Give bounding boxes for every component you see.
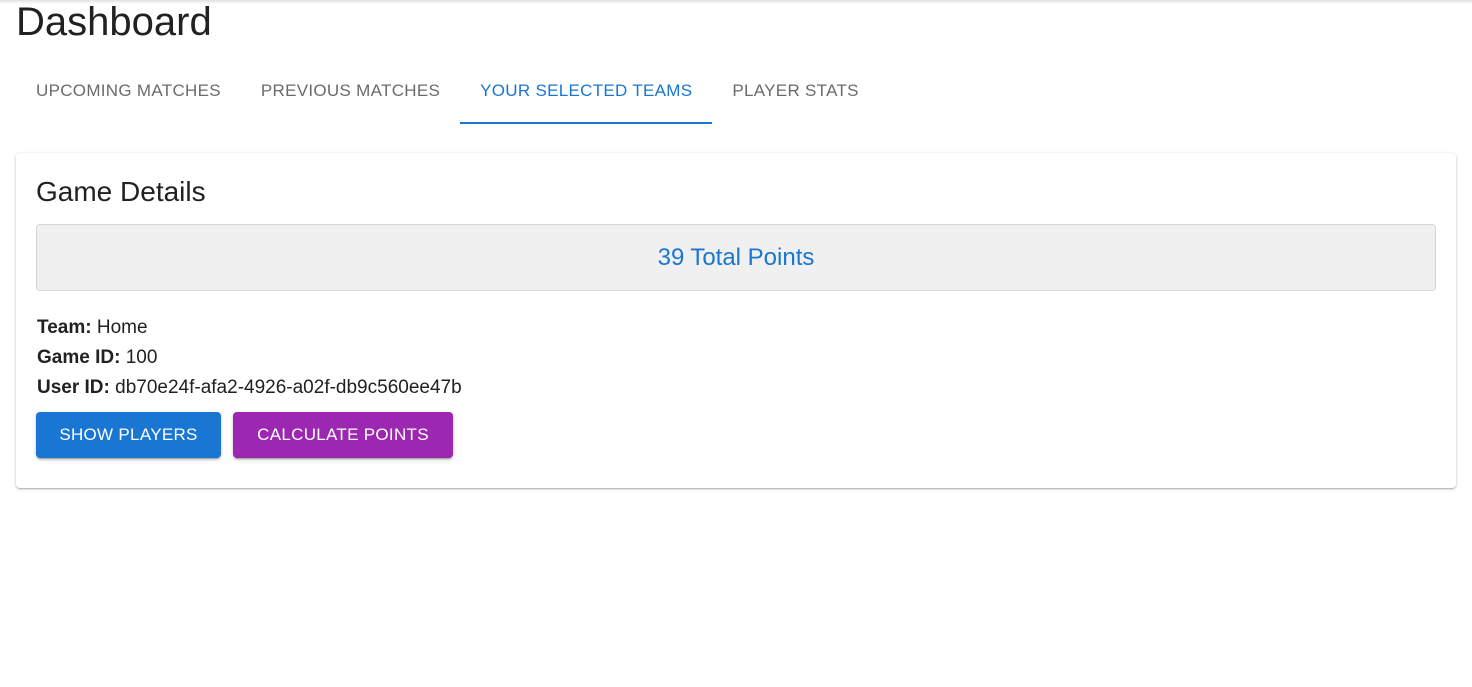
game-id-row: Game ID: 100 <box>37 343 462 373</box>
user-id-value: db70e24f-afa2-4926-a02f-db9c560ee47b <box>115 377 462 398</box>
user-id-row: User ID: db70e24f-afa2-4926-a02f-db9c560… <box>37 373 462 403</box>
tab-player-stats[interactable]: PLAYER STATS <box>712 60 878 124</box>
user-id-label: User ID: <box>37 377 110 398</box>
calculate-points-button[interactable]: CALCULATE POINTS <box>233 412 453 458</box>
game-id-value: 100 <box>125 347 158 368</box>
total-points-box: 39 Total Points <box>36 224 1436 291</box>
tab-your-selected-teams[interactable]: YOUR SELECTED TEAMS <box>460 60 713 124</box>
game-details-card: Game Details 39 Total Points Team: Home … <box>16 153 1456 488</box>
tab-bar: UPCOMING MATCHES PREVIOUS MATCHES YOUR S… <box>16 60 879 124</box>
team-value: Home <box>96 317 148 338</box>
show-players-button[interactable]: SHOW PLAYERS <box>36 412 221 458</box>
app-bar-shadow <box>0 0 1472 4</box>
total-points-label: Total Points <box>690 243 815 271</box>
card-title: Game Details <box>36 176 206 207</box>
tab-previous-matches[interactable]: PREVIOUS MATCHES <box>241 60 460 124</box>
team-row: Team: Home <box>37 313 462 343</box>
team-label: Team: <box>37 317 92 338</box>
game-details-list: Team: Home Game ID: 100 User ID: db70e24… <box>37 313 462 403</box>
game-id-label: Game ID: <box>37 347 121 368</box>
tab-upcoming-matches[interactable]: UPCOMING MATCHES <box>16 60 241 124</box>
page-title: Dashboard <box>16 0 212 44</box>
total-points-value: 39 <box>657 243 685 271</box>
